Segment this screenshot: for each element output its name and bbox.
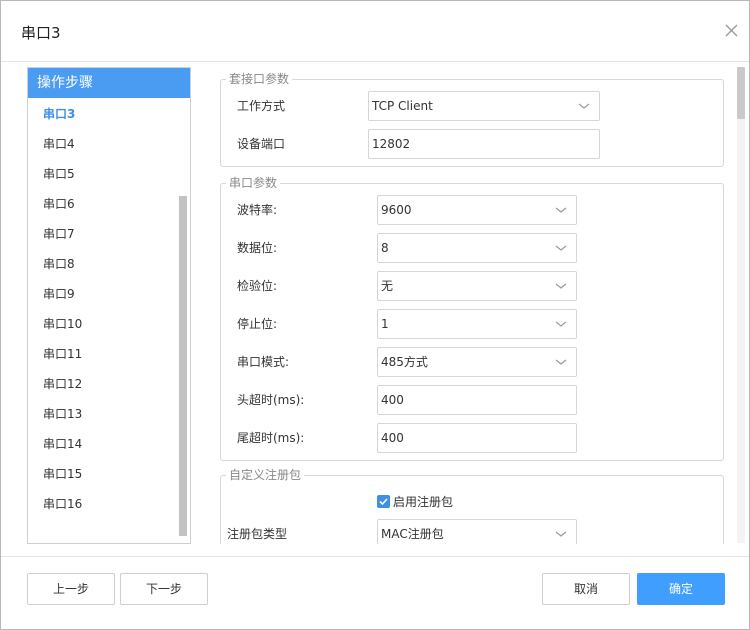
next-step-button[interactable]: 下一步: [120, 573, 208, 605]
chevron-down-icon: [578, 103, 590, 109]
step-item[interactable]: 串口7: [43, 223, 173, 245]
baud-rate-label: 波特率:: [237, 203, 278, 217]
baud-rate-select[interactable]: 9600: [377, 195, 577, 225]
tail-timeout-value: 400: [381, 431, 404, 445]
tail-timeout-label: 尾超时(ms):: [237, 431, 305, 445]
prev-step-button[interactable]: 上一步: [27, 573, 115, 605]
step-item[interactable]: 串口8: [43, 253, 173, 275]
step-item[interactable]: 串口12: [43, 373, 173, 395]
head-timeout-input[interactable]: 400: [377, 385, 577, 415]
register-packet-group: 自定义注册包 启用注册包 注册包类型 MAC注册包: [220, 468, 724, 544]
socket-params-legend: 套接口参数: [226, 72, 293, 86]
step-item[interactable]: 串口13: [43, 403, 173, 425]
step-item[interactable]: 串口3: [43, 103, 173, 125]
enable-register-label: 启用注册包: [393, 495, 454, 509]
step-item[interactable]: 串口14: [43, 433, 173, 455]
serial-mode-value: 485方式: [381, 355, 428, 369]
step-item[interactable]: 串口16: [43, 493, 173, 515]
data-bits-label: 数据位:: [237, 241, 278, 255]
serial-params-legend: 串口参数: [226, 176, 281, 190]
baud-rate-value: 9600: [381, 203, 412, 217]
step-item[interactable]: 串口4: [43, 133, 173, 155]
work-mode-label: 工作方式: [237, 99, 286, 113]
parity-value: 无: [381, 279, 394, 293]
footer-divider: [1, 556, 749, 557]
register-type-label: 注册包类型: [227, 527, 288, 541]
register-type-select[interactable]: MAC注册包: [377, 519, 577, 544]
chevron-down-icon: [555, 531, 567, 537]
chevron-down-icon: [555, 321, 567, 327]
work-mode-select[interactable]: TCP Client: [368, 91, 600, 121]
chevron-down-icon: [555, 245, 567, 251]
head-timeout-label: 头超时(ms):: [237, 393, 305, 407]
head-timeout-value: 400: [381, 393, 404, 407]
chevron-down-icon: [555, 359, 567, 365]
parity-select[interactable]: 无: [377, 271, 577, 301]
tail-timeout-input[interactable]: 400: [377, 423, 577, 453]
dialog-title: 串口3: [21, 24, 61, 42]
step-item[interactable]: 串口15: [43, 463, 173, 485]
stop-bits-value: 1: [381, 317, 389, 331]
chevron-down-icon: [555, 283, 567, 289]
device-port-label: 设备端口: [237, 137, 286, 151]
enable-register-checkbox[interactable]: [377, 495, 390, 508]
stop-bits-select[interactable]: 1: [377, 309, 577, 339]
step-item[interactable]: 串口11: [43, 343, 173, 365]
device-port-value: 12802: [372, 137, 411, 151]
serial-mode-select[interactable]: 485方式: [377, 347, 577, 377]
serial-mode-label: 串口模式:: [237, 355, 290, 369]
parity-label: 检验位:: [237, 279, 278, 293]
form-scrollbar-track[interactable]: [737, 67, 745, 543]
work-mode-value: TCP Client: [372, 99, 433, 113]
confirm-button[interactable]: 确定: [637, 573, 725, 605]
chevron-down-icon: [555, 207, 567, 213]
close-button[interactable]: [719, 19, 743, 43]
serial-params-group: 串口参数 波特率: 9600 数据位: 8 检验位: 无 停止位: 1 串口模式…: [220, 176, 724, 461]
socket-params-group: 套接口参数 工作方式 TCP Client 设备端口 12802: [220, 72, 724, 167]
form-scrollbar-thumb[interactable]: [737, 67, 745, 119]
steps-scrollbar[interactable]: [179, 196, 187, 536]
cancel-button[interactable]: 取消: [542, 573, 630, 605]
serial-port-dialog: 串口3 操作步骤 串口3 串口4 串口5 串口6 串口7 串口8 串口9 串口10 串口11 串口…: [0, 0, 750, 630]
dialog-header: 串口3: [1, 1, 749, 62]
data-bits-value: 8: [381, 241, 389, 255]
step-item[interactable]: 串口9: [43, 283, 173, 305]
register-type-value: MAC注册包: [381, 527, 444, 541]
stop-bits-label: 停止位:: [237, 317, 278, 331]
check-icon: [379, 498, 388, 506]
steps-header: 操作步骤: [28, 68, 190, 98]
device-port-input[interactable]: 12802: [368, 129, 600, 159]
step-item[interactable]: 串口6: [43, 193, 173, 215]
register-packet-legend: 自定义注册包: [226, 468, 305, 482]
step-item[interactable]: 串口5: [43, 163, 173, 185]
data-bits-select[interactable]: 8: [377, 233, 577, 263]
form-area: 套接口参数 工作方式 TCP Client 设备端口 12802 串口参数 波特…: [220, 67, 726, 544]
step-item[interactable]: 串口10: [43, 313, 173, 335]
close-icon: [725, 24, 738, 37]
steps-panel: 操作步骤 串口3 串口4 串口5 串口6 串口7 串口8 串口9 串口10 串口11 串口12 串口…: [27, 67, 191, 544]
